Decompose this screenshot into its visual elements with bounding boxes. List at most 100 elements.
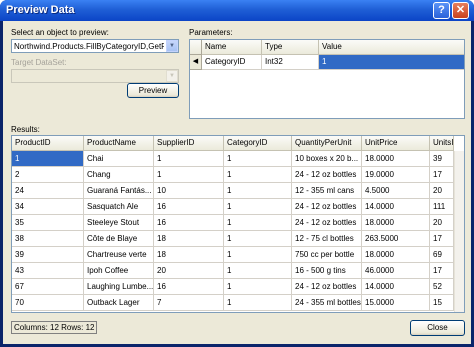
table-row[interactable]: 67 Laughing Lumbe... 16 1 24 - 12 oz bottles… [12,279,454,295]
table-cell[interactable]: 67 [12,279,84,295]
table-row[interactable]: 24 Guaraná Fantás... 10 1 12 - 355 ml cans 4.… [12,183,454,199]
table-cell[interactable]: 17 [430,263,454,279]
table-cell[interactable]: 10 boxes x 20 b... [292,151,362,167]
table-cell[interactable]: 16 [154,199,224,215]
table-cell[interactable]: Ipoh Coffee [84,263,154,279]
table-cell[interactable]: 14.0000 [362,279,430,295]
table-cell[interactable]: 15.0000 [362,295,430,311]
table-cell[interactable]: 16 - 500 g tins [292,263,362,279]
title-bar[interactable]: Preview Data ? ✕ [0,0,474,21]
window-close-button[interactable]: ✕ [452,2,469,19]
current-row-icon[interactable]: ◀ [190,55,202,70]
table-cell[interactable]: 24 - 12 oz bottles [292,279,362,295]
table-cell[interactable]: 39 [430,151,454,167]
table-cell[interactable]: 1 [224,247,292,263]
table-cell[interactable]: 24 - 12 oz bottles [292,199,362,215]
param-type-cell[interactable]: Int32 [262,55,319,70]
table-cell[interactable]: Steeleye Stout [84,215,154,231]
column-header[interactable]: Value [319,40,464,55]
table-cell[interactable]: 1 [224,263,292,279]
table-row[interactable]: 2 Chang 1 1 24 - 12 oz bottles 19.0000 17 [12,167,454,183]
column-header[interactable]: ProductID [12,136,84,151]
table-cell[interactable]: 1 [224,231,292,247]
table-cell[interactable]: 18 [154,231,224,247]
table-row[interactable]: 34 Sasquatch Ale 16 1 24 - 12 oz bottles 14.0… [12,199,454,215]
column-header[interactable]: UnitsI [430,136,454,151]
chevron-down-icon[interactable]: ▼ [166,40,178,52]
table-cell[interactable]: 1 [224,279,292,295]
table-cell[interactable]: 1 [154,167,224,183]
table-cell[interactable]: Chang [84,167,154,183]
column-header[interactable]: UnitPrice [362,136,430,151]
table-cell[interactable]: 1 [224,183,292,199]
column-header[interactable]: SupplierID [154,136,224,151]
column-header[interactable]: Type [262,40,319,55]
table-row[interactable]: 1 Chai 1 1 10 boxes x 20 b... 18.0000 39 [12,151,454,167]
table-row[interactable]: ◀ CategoryID Int32 1 [190,55,464,70]
table-cell[interactable]: 12 - 355 ml cans [292,183,362,199]
table-row[interactable]: 43 Ipoh Coffee 20 1 16 - 500 g tins 46.0000 17 [12,263,454,279]
param-name-cell[interactable]: CategoryID [202,55,262,70]
table-cell[interactable]: 18.0000 [362,247,430,263]
parameters-grid[interactable]: Name Type Value ◀ CategoryID Int32 1 [189,39,465,119]
table-cell[interactable]: Sasquatch Ale [84,199,154,215]
table-cell[interactable]: 1 [224,295,292,311]
table-cell[interactable]: Guaraná Fantás... [84,183,154,199]
column-header[interactable]: ProductName [84,136,154,151]
table-cell[interactable]: 69 [430,247,454,263]
table-cell[interactable]: 35 [12,215,84,231]
table-cell[interactable]: 16 [154,279,224,295]
table-cell[interactable]: 24 - 12 oz bottles [292,215,362,231]
table-cell[interactable]: 17 [430,167,454,183]
table-cell[interactable]: 15 [430,295,454,311]
table-cell[interactable]: 20 [430,215,454,231]
column-header[interactable]: Name [202,40,262,55]
table-cell[interactable]: 52 [430,279,454,295]
table-cell[interactable]: 14.0000 [362,199,430,215]
table-cell[interactable]: 1 [224,199,292,215]
table-cell[interactable]: 19.0000 [362,167,430,183]
table-cell[interactable]: 1 [12,151,84,167]
table-cell[interactable]: 7 [154,295,224,311]
table-cell[interactable]: Côte de Blaye [84,231,154,247]
table-row[interactable]: 70 Outback Lager 7 1 24 - 355 ml bottles 15.0… [12,295,454,311]
table-cell[interactable]: 4.5000 [362,183,430,199]
table-cell[interactable]: 43 [12,263,84,279]
table-cell[interactable]: 1 [154,151,224,167]
column-header[interactable]: CategoryID [224,136,292,151]
table-cell[interactable]: 17 [430,231,454,247]
table-row[interactable]: 38 Côte de Blaye 18 1 12 - 75 cl bottles 263.… [12,231,454,247]
table-row[interactable]: 39 Chartreuse verte 18 1 750 cc per bottle 18… [12,247,454,263]
chevron-down-icon[interactable]: ▼ [166,70,178,82]
table-cell[interactable]: 10 [154,183,224,199]
table-cell[interactable]: 46.0000 [362,263,430,279]
results-vertical-scrollbar[interactable] [454,151,464,312]
table-cell[interactable]: 18.0000 [362,215,430,231]
table-cell[interactable]: Chai [84,151,154,167]
help-button[interactable]: ? [433,2,450,19]
object-select[interactable]: Northwind.Products.FillByCategoryID,GetP… [11,39,179,53]
table-cell[interactable]: 1 [224,151,292,167]
table-cell[interactable]: 750 cc per bottle [292,247,362,263]
table-cell[interactable]: 12 - 75 cl bottles [292,231,362,247]
column-header[interactable]: QuantityPerUnit [292,136,362,151]
table-row[interactable]: 35 Steeleye Stout 16 1 24 - 12 oz bottles 18.… [12,215,454,231]
table-cell[interactable]: 70 [12,295,84,311]
table-cell[interactable]: 38 [12,231,84,247]
table-cell[interactable]: 1 [224,167,292,183]
table-cell[interactable]: Laughing Lumbe... [84,279,154,295]
table-cell[interactable]: 24 - 355 ml bottles [292,295,362,311]
param-value-cell[interactable]: 1 [319,55,464,70]
close-button[interactable]: Close [410,320,465,336]
table-cell[interactable]: 34 [12,199,84,215]
table-cell[interactable]: 18 [154,247,224,263]
table-cell[interactable]: 18.0000 [362,151,430,167]
table-cell[interactable]: Chartreuse verte [84,247,154,263]
target-dataset-select[interactable]: ▼ [11,69,179,83]
table-cell[interactable]: 24 [12,183,84,199]
table-cell[interactable]: 16 [154,215,224,231]
table-cell[interactable]: Outback Lager [84,295,154,311]
table-cell[interactable]: 20 [430,183,454,199]
preview-button[interactable]: Preview [127,83,179,98]
results-grid[interactable]: ProductID ProductName SupplierID Categor… [11,135,465,313]
